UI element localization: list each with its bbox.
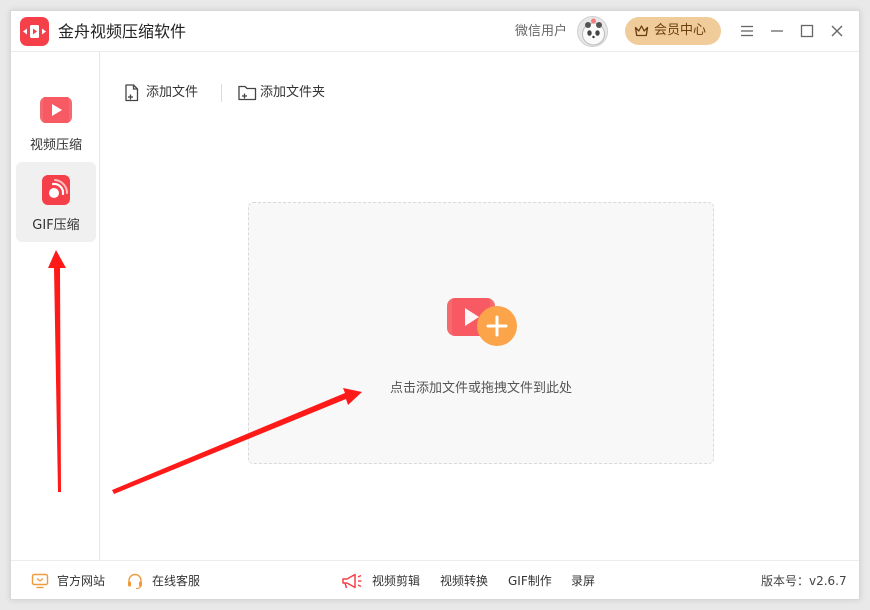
sidebar: 视频压缩 GIF压缩: [11, 52, 100, 560]
tool-link-gif-maker[interactable]: GIF制作: [508, 572, 552, 590]
video-compress-icon: [40, 95, 72, 125]
drop-zone-hint: 点击添加文件或拖拽文件到此处: [389, 381, 572, 396]
sidebar-item-label: 视频压缩: [29, 138, 82, 153]
user-name[interactable]: 微信用户: [515, 23, 567, 41]
status-bar: 官方网站 在线客服 视频剪辑 视频转换 GIF制作 录屏 版本号：v2.6.7: [11, 560, 859, 599]
online-support-label: 在线客服: [152, 574, 201, 588]
tool-link-video-edit[interactable]: 视频剪辑: [372, 572, 420, 590]
app-logo-icon: [20, 17, 49, 46]
menu-button[interactable]: [735, 19, 759, 43]
headset-icon: [128, 573, 142, 590]
add-file-icon: [125, 84, 139, 102]
title-bar: 金舟视频压缩软件 微信用户 会员中心: [11, 11, 859, 52]
maximize-button[interactable]: [795, 19, 819, 43]
add-video-icon: [447, 296, 519, 348]
add-file-button[interactable]: 添加文件: [124, 82, 198, 104]
vip-center-label: 会员中心: [654, 23, 707, 38]
close-icon: [831, 25, 843, 37]
official-website-label: 官方网站: [57, 574, 106, 588]
add-folder-button[interactable]: 添加文件夹: [238, 82, 325, 104]
online-support-link[interactable]: 在线客服: [126, 572, 200, 590]
minimize-button[interactable]: [765, 19, 789, 43]
maximize-icon: [800, 24, 814, 38]
add-file-label: 添加文件: [146, 85, 199, 100]
add-folder-label: 添加文件夹: [260, 85, 326, 100]
crown-icon: [634, 25, 649, 37]
toolbar-divider: [221, 84, 222, 102]
file-drop-zone[interactable]: 点击添加文件或拖拽文件到此处: [248, 202, 714, 464]
app-title: 金舟视频压缩软件: [58, 22, 187, 41]
avatar[interactable]: [577, 16, 608, 47]
hamburger-icon: [741, 25, 753, 37]
official-website-link[interactable]: 官方网站: [31, 572, 105, 590]
vip-center-button[interactable]: 会员中心: [625, 17, 721, 45]
tool-link-video-convert[interactable]: 视频转换: [440, 572, 488, 590]
sidebar-item-label: GIF压缩: [32, 218, 80, 233]
megaphone-icon: [341, 572, 363, 590]
app-window: 金舟视频压缩软件 微信用户 会员中心 视频压缩 GIF压缩 添加文件 添加文件夹…: [10, 10, 860, 600]
monitor-icon: [31, 573, 49, 589]
add-folder-icon: [238, 85, 257, 101]
close-button[interactable]: [825, 19, 849, 43]
gif-compress-icon: [40, 175, 72, 205]
tool-link-screen-record[interactable]: 录屏: [571, 572, 595, 590]
sidebar-item-gif-compress[interactable]: GIF压缩: [16, 162, 96, 242]
sidebar-item-video-compress[interactable]: 视频压缩: [16, 82, 96, 162]
version-label: 版本号：v2.6.7: [761, 574, 847, 588]
minimize-icon: [771, 30, 783, 32]
